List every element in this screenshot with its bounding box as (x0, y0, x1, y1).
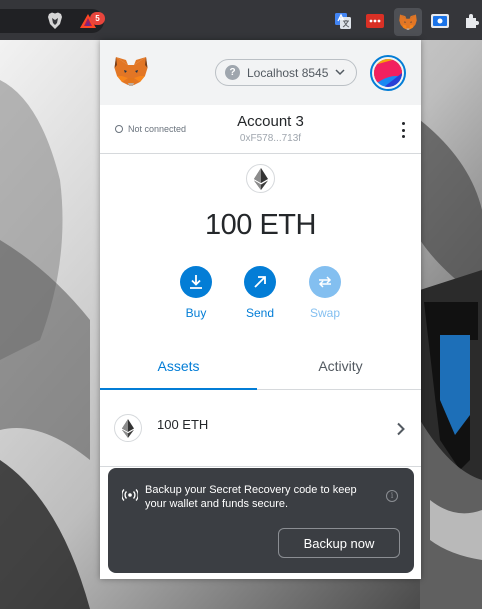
account-balance: 100 ETH (205, 209, 316, 241)
google-translate-icon[interactable] (334, 12, 352, 30)
blue-screen-extension-icon[interactable] (431, 12, 449, 30)
swap-button[interactable]: Swap (300, 266, 350, 320)
arrow-up-right-icon (244, 266, 276, 298)
metamask-extension-button[interactable] (394, 8, 422, 36)
swap-label: Swap (309, 306, 341, 320)
metamask-fox-icon (399, 14, 417, 30)
network-status-icon: ? (225, 65, 240, 80)
account-options-menu-icon[interactable] (396, 121, 410, 139)
puzzle-icon[interactable] (463, 12, 481, 30)
broadcast-icon (122, 489, 138, 501)
popup-header: ? Localhost 8545 (100, 40, 421, 105)
tab-assets[interactable]: Assets (100, 347, 257, 390)
buy-button[interactable]: Buy (171, 266, 221, 320)
account-avatar[interactable] (370, 55, 406, 91)
metamask-fox-logo-icon[interactable] (114, 56, 148, 88)
download-icon (180, 266, 212, 298)
asset-list-item[interactable]: 100 ETH (100, 391, 421, 467)
ethereum-icon (114, 414, 142, 442)
send-button[interactable]: Send (235, 266, 285, 320)
backup-recovery-toast: Backup your Secret Recovery code to keep… (108, 468, 414, 573)
account-name[interactable]: Account 3 (100, 113, 421, 130)
backup-message: Backup your Secret Recovery code to keep… (145, 484, 357, 510)
jazzicon (374, 59, 402, 87)
account-bar: Not connected Account 3 0xF578...713f (100, 105, 421, 154)
tab-activity[interactable]: Activity (260, 347, 421, 390)
backup-now-button[interactable]: Backup now (278, 528, 400, 558)
asset-amount: 100 ETH (157, 417, 209, 432)
account-address[interactable]: 0xF578...713f (100, 133, 421, 144)
chevron-right-icon (397, 422, 405, 436)
ethereum-icon (246, 164, 275, 193)
browser-toolbar: 5 (0, 0, 482, 40)
wallet-tabs: Assets Activity (100, 347, 421, 390)
chevron-down-icon (335, 69, 345, 76)
send-label: Send (245, 306, 275, 320)
swap-arrows-icon (309, 266, 341, 298)
network-selector[interactable]: ? Localhost 8545 (215, 59, 357, 86)
rewards-count-badge: 5 (90, 12, 105, 25)
red-dots-extension-icon[interactable] (366, 12, 384, 30)
network-name: Localhost 8545 (247, 65, 329, 80)
buy-label: Buy (185, 306, 207, 320)
info-icon[interactable]: i (386, 490, 398, 502)
brave-shield-icon[interactable] (46, 12, 64, 30)
